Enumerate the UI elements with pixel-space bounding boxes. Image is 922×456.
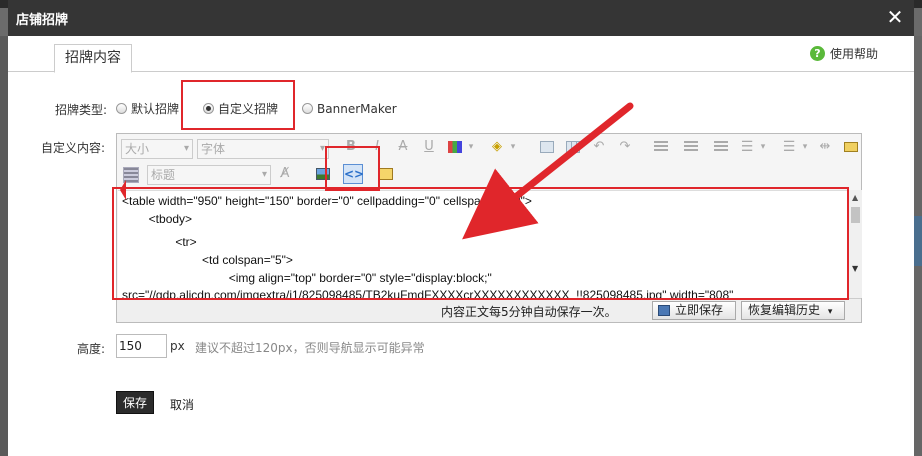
flash-embed-icon[interactable] (379, 168, 393, 180)
chevron-down-icon[interactable]: ▾ (505, 139, 521, 155)
dialog-titlebar: 店铺招牌 ✕ (8, 0, 914, 36)
ordered-list-icon[interactable]: ☰ (781, 139, 797, 155)
source-code-textarea[interactable]: <table width="950" height="150" border="… (118, 190, 848, 298)
save-now-button[interactable]: 立即保存 (652, 301, 736, 320)
sign-type-radio-group: 默认招牌 自定义招牌 BannerMaker (116, 100, 421, 117)
scroll-thumb[interactable] (851, 207, 860, 223)
undo-icon[interactable]: ↶ (591, 139, 607, 155)
italic-icon[interactable]: I (369, 139, 385, 155)
dialog-title: 店铺招牌 (16, 13, 69, 28)
rich-text-editor: 大小 字体 B I A U ▾ ◈ ▾ ↶ ↷ ☰ ▾ ☰ ▾ ⇹ 标题 (116, 133, 862, 323)
height-unit: px (170, 339, 185, 353)
background-left-edge (0, 36, 8, 456)
strikethrough-icon[interactable]: A (395, 139, 411, 155)
flash-icon[interactable] (843, 139, 859, 155)
height-hint: 建议不超过120px，否则导航显示可能异常 (195, 341, 425, 355)
tab-sign-content[interactable]: 招牌内容 (54, 44, 132, 73)
code-line: <tr> (122, 235, 197, 249)
shop-sign-dialog: 店铺招牌 ✕ 招牌内容 ? 使用帮助 招牌类型: 默认招牌 自定义招牌 Bann… (8, 0, 914, 456)
help-link[interactable]: ? 使用帮助 (809, 45, 878, 62)
heading-icon[interactable] (123, 167, 139, 183)
editor-toolbar-row-2: 标题 A̸ <> (117, 163, 861, 189)
chevron-down-icon: ▾ (827, 307, 833, 317)
text-color-icon[interactable] (447, 139, 463, 155)
redo-icon[interactable]: ↷ (617, 139, 633, 155)
custom-content-label: 自定义内容: (41, 141, 106, 155)
chevron-down-icon[interactable]: ▾ (463, 139, 479, 155)
sign-type-label: 招牌类型: (55, 103, 108, 117)
table-icon[interactable] (565, 139, 581, 155)
radio-label: 自定义招牌 (218, 102, 279, 116)
code-scrollbar[interactable]: ▲ ▼ (848, 190, 862, 298)
outdent-icon[interactable] (713, 139, 729, 155)
save-now-label: 立即保存 (675, 303, 724, 317)
radio-bannermaker[interactable]: BannerMaker (302, 102, 397, 116)
help-label: 使用帮助 (829, 47, 878, 61)
code-line: src="//gdp.alicdn.com/imgextra/i1/825098… (122, 288, 734, 298)
save-button[interactable]: 保存 (116, 391, 154, 414)
code-line: <td colspan="5"> (122, 253, 293, 267)
editor-toolbar-row-1: 大小 字体 B I A U ▾ ◈ ▾ ↶ ↷ ☰ ▾ ☰ ▾ ⇹ (117, 136, 861, 162)
restore-history-label: 恢复编辑历史 (748, 303, 821, 317)
height-label: 高度: (77, 342, 106, 356)
chevron-down-icon[interactable]: ▾ (755, 139, 771, 155)
autosave-note: 内容正文每5分钟自动保存一次。 (441, 305, 617, 319)
scroll-up-icon[interactable]: ▲ (852, 193, 858, 202)
clear-format-icon[interactable]: A̸ (277, 166, 293, 182)
code-line: <table width="950" height="150" border="… (122, 194, 532, 208)
indent-icon[interactable] (683, 139, 699, 155)
radio-icon (116, 103, 127, 114)
code-line: <tbody> (122, 212, 193, 226)
scroll-down-icon[interactable]: ▼ (852, 264, 858, 273)
underline-icon[interactable]: U (421, 139, 437, 155)
floppy-disk-icon (658, 305, 670, 316)
code-line: <img align="top" border="0" style="displ… (122, 271, 492, 285)
radio-label: BannerMaker (317, 101, 397, 116)
chevron-down-icon[interactable]: ▾ (797, 139, 813, 155)
heading-select[interactable]: 标题 (147, 165, 271, 185)
radio-custom-sign[interactable]: 自定义招牌 (203, 100, 278, 117)
background-color-icon[interactable]: ◈ (489, 139, 505, 155)
radio-label: 默认招牌 (131, 102, 180, 116)
font-family-select[interactable]: 字体 (197, 139, 329, 159)
editor-statusbar: 内容正文每5分钟自动保存一次。 立即保存 恢复编辑历史 ▾ (117, 298, 861, 322)
align-left-icon[interactable] (653, 139, 669, 155)
font-size-select[interactable]: 大小 (121, 139, 193, 159)
radio-icon (302, 103, 314, 114)
restore-history-button[interactable]: 恢复编辑历史 ▾ (741, 301, 845, 320)
horizontal-rule-icon[interactable]: ⇹ (817, 139, 833, 155)
radio-selected-icon (203, 103, 215, 114)
question-icon: ? (809, 46, 825, 61)
close-icon[interactable]: ✕ (884, 6, 906, 28)
unordered-list-icon[interactable]: ☰ (739, 139, 755, 155)
cancel-button[interactable]: 取消 (170, 396, 194, 413)
insert-image-icon[interactable] (315, 166, 331, 182)
tab-bar: 招牌内容 ? 使用帮助 (8, 36, 914, 73)
source-code-icon[interactable]: <> (343, 164, 364, 184)
radio-default-sign[interactable]: 默认招牌 (116, 100, 179, 117)
height-input[interactable]: 150 (116, 334, 167, 358)
image-icon[interactable] (539, 139, 555, 155)
bold-icon[interactable]: B (343, 139, 359, 155)
